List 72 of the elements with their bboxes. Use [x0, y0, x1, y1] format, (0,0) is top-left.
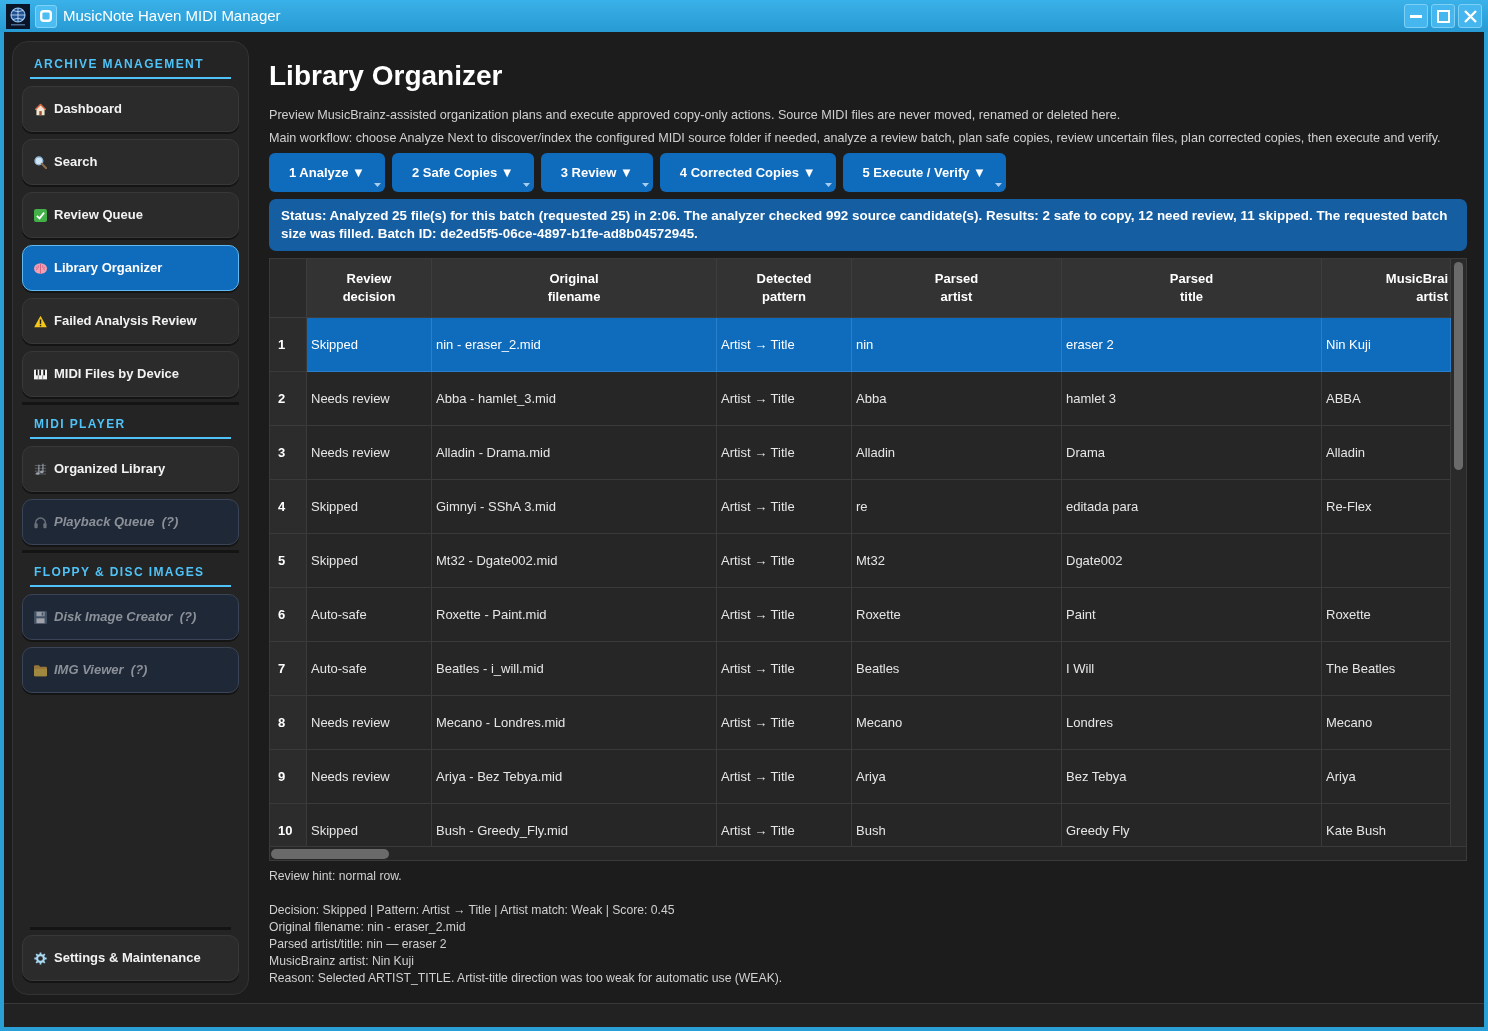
table-row[interactable]: Skipped Gimnyi - SShA 3.mid Artist → Title re editada para Re-Flex: [307, 480, 1451, 534]
horizontal-scrollbar[interactable]: [270, 846, 1466, 860]
minimize-button[interactable]: [1404, 4, 1428, 28]
workflow-dropdown-button[interactable]: 1 Analyze ▼: [269, 153, 385, 192]
sidebar-item[interactable]: Settings & Maintenance: [22, 935, 239, 981]
detail-line: Parsed artist/title: nin — eraser 2: [269, 936, 448, 953]
row-number: 6: [270, 588, 307, 642]
detail-line: MusicBrainz artist: Nin Kuji: [269, 953, 415, 970]
window-icon: [40, 10, 52, 22]
house-icon: [34, 102, 47, 116]
section-header: ARCHIVE MANAGEMENT: [30, 57, 231, 79]
caret-icon: [522, 183, 530, 187]
window-title: MusicNote Haven MIDI Manager: [63, 5, 281, 26]
row-number: 4: [270, 480, 307, 534]
review-hint: Review hint: normal row.: [269, 868, 403, 885]
caret-icon: [824, 183, 832, 187]
sidebar-item[interactable]: Failed Analysis Review: [22, 298, 239, 344]
detail-line: Decision: Skipped | Pattern: Artist → Title | Artist match: Weak | Score: 0.45: [269, 902, 676, 919]
section-header: MIDI PLAYER: [30, 417, 231, 439]
caret-icon: [373, 183, 381, 187]
settings-icon: [34, 951, 47, 965]
folder-icon: [34, 663, 47, 677]
sidebar-item[interactable]: Review Queue: [22, 192, 239, 238]
vertical-scrollbar[interactable]: [1451, 259, 1466, 846]
table-row[interactable]: Needs review Alladin - Drama.mid Artist → Title Alladin Drama Alladin: [307, 426, 1451, 480]
detail-line: Reason: Selected ARTIST_TITLE. Artist-title direction was too weak for automatic use (WEAK).: [269, 970, 784, 987]
table-row[interactable]: Needs review Ariya - Bez Tebya.mid Artist → Title Ariya Bez Tebya Ariya: [307, 750, 1451, 804]
table-row[interactable]: Skipped nin - eraser_2.mid Artist → Title nin eraser 2 Nin Kuji: [307, 318, 1451, 372]
workflow-dropdown-button[interactable]: 2 Safe Copies ▼: [391, 153, 534, 192]
caret-icon: [641, 183, 649, 187]
row-number: 10: [270, 804, 307, 846]
workflow-dropdown-button[interactable]: 3 Review ▼: [540, 153, 653, 192]
row-number: 8: [270, 696, 307, 750]
workflow-dropdown-button[interactable]: 5 Execute / Verify ▼: [842, 153, 1006, 192]
warning-icon: [34, 314, 47, 328]
detail-line: Original filename: nin - eraser_2.mid: [269, 919, 467, 936]
workflow-dropdown-button[interactable]: 4 Corrected Copies ▼: [659, 153, 836, 192]
close-icon: [1463, 9, 1477, 23]
maximize-button[interactable]: [1431, 4, 1455, 28]
row-number: 2: [270, 372, 307, 426]
page-title: Library Organizer: [269, 59, 504, 93]
minimize-icon: [1410, 14, 1422, 18]
sidebar-item[interactable]: Organized Library: [22, 446, 239, 492]
check-icon: [34, 208, 47, 222]
close-button[interactable]: [1458, 4, 1482, 28]
sidebar-item[interactable]: Library Organizer: [22, 245, 239, 291]
music-notes-icon: [34, 462, 47, 476]
description-text: Main workflow: choose Analyze Next to discover/index the configured MIDI source folder if needed, analyze a review batch, plan safe copies, review uncertain files, plan corrected copies, then execute and verify.: [269, 130, 1442, 147]
window-menu-button[interactable]: [35, 4, 57, 28]
row-number: 7: [270, 642, 307, 696]
section-header: FLOPPY & DISC IMAGES: [30, 565, 231, 587]
table-row[interactable]: Needs review Abba - hamlet_3.mid Artist → Title Abba hamlet 3 ABBA: [307, 372, 1451, 426]
row-number: 3: [270, 426, 307, 480]
table-row[interactable]: Needs review Mecano - Londres.mid Artist → Title Mecano Londres Mecano: [307, 696, 1451, 750]
globe-icon: [6, 3, 30, 29]
piano-keys-icon: [34, 367, 47, 381]
caret-icon: [994, 183, 1002, 187]
sidebar-item[interactable]: Search: [22, 139, 239, 185]
maximize-icon: [1436, 9, 1450, 23]
sidebar-item[interactable]: Dashboard: [22, 86, 239, 132]
row-number: 1: [270, 318, 307, 372]
table-row[interactable]: Auto-safe Roxette - Paint.mid Artist → Title Roxette Paint Roxette: [307, 588, 1451, 642]
search-icon: [34, 155, 47, 169]
table-row[interactable]: Skipped Mt32 - Dgate002.mid Artist → Title Mt32 Dgate002: [307, 534, 1451, 588]
sidebar-item[interactable]: MIDI Files by Device: [22, 351, 239, 397]
row-number: 5: [270, 534, 307, 588]
status-message: Status: Analyzed 25 file(s) for this batch (requested 25) in 2:06. The analyzer checked 992 source candidate(s). Results: 2 safe to copy, 12 need review, 11 skipped. The requested batch size was filled. Batch ID: de2ed5f5-06ce-4897-b1fe-ad8b04572945.: [269, 199, 1467, 251]
description-text: Preview MusicBrainz-assisted organization plans and execute approved copy-only actions. Source MIDI files are never moved, renamed or deleted here.: [269, 107, 1122, 124]
row-number: 9: [270, 750, 307, 804]
headphones-icon: [34, 515, 47, 529]
brain-icon: [34, 261, 47, 275]
table-row[interactable]: Auto-safe Beatles - i_will.mid Artist → Title Beatles I Will The Beatles: [307, 642, 1451, 696]
